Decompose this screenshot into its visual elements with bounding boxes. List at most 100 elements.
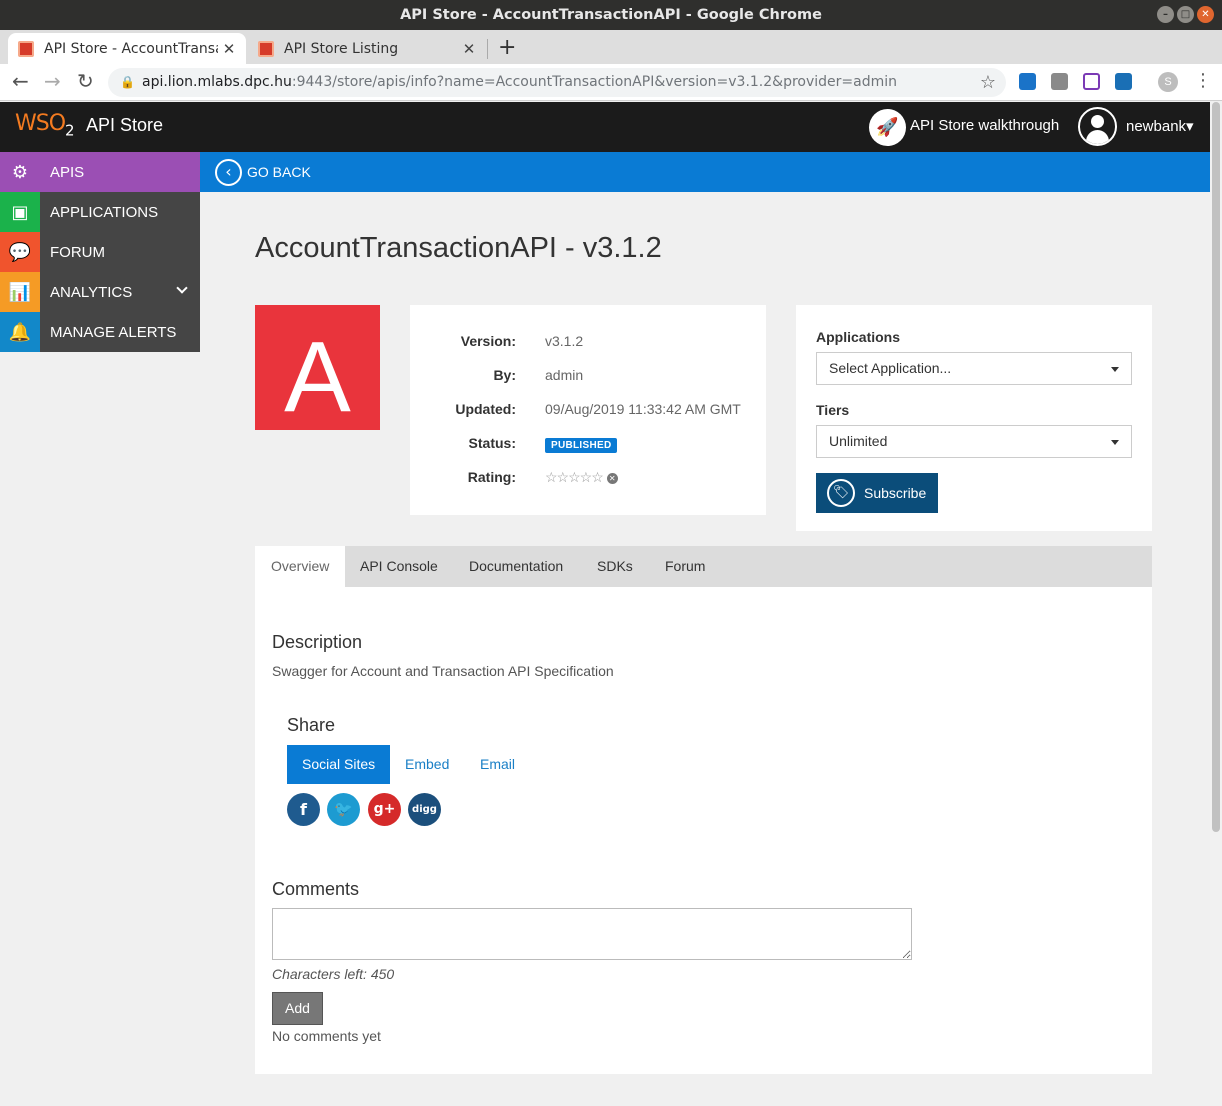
user-avatar-head [1091, 115, 1104, 128]
browser-menu-icon[interactable]: ⋮ [1194, 70, 1212, 91]
applications-label: Applications [816, 329, 901, 345]
chevron-down-icon[interactable] [176, 282, 188, 294]
store-header: WSO2 API Store 🚀 API Store walkthrough n… [0, 102, 1210, 152]
browser-tab-active[interactable]: API Store - AccountTransa ✕ [8, 33, 246, 64]
extension-icon[interactable] [1051, 73, 1068, 90]
logo-subscript: 2 [65, 121, 74, 140]
tier-select[interactable]: Unlimited [816, 425, 1132, 458]
info-row-updated: Updated: 09/Aug/2019 11:33:42 AM GMT [410, 401, 766, 421]
rating-label: Rating: [467, 469, 516, 485]
overview-panel: Description Swagger for Account and Tran… [255, 587, 1152, 1074]
bell-icon: 🔔 [0, 312, 40, 352]
api-store-favicon-icon [258, 40, 274, 57]
browser-tab[interactable]: API Store Listing ✕ [248, 33, 486, 64]
version-label: Version: [460, 333, 516, 349]
user-avatar-icon[interactable] [1078, 107, 1117, 146]
wso2-logo[interactable]: WSO2 [15, 111, 75, 140]
twitter-icon[interactable]: 🐦 [327, 793, 360, 826]
google-plus-icon[interactable]: g+ [368, 793, 401, 826]
tab-close-icon[interactable]: ✕ [218, 40, 240, 58]
by-label: By: [493, 367, 516, 383]
sidebar-item-forum[interactable]: 💬 FORUM [0, 232, 200, 272]
back-arrow-icon[interactable]: ← [12, 69, 29, 93]
maximize-icon[interactable]: □ [1177, 6, 1194, 23]
go-back-link[interactable]: GO BACK [247, 164, 311, 180]
window-controls: – □ ✕ [1157, 6, 1214, 23]
tab-close-icon[interactable]: ✕ [458, 40, 480, 58]
tab-overview[interactable]: Overview [255, 546, 346, 587]
chevron-left-icon[interactable]: ‹ [215, 159, 242, 186]
extension-icon[interactable] [1083, 73, 1100, 90]
url-path: :9443/store/apis/info?name=AccountTransa… [291, 74, 898, 90]
reload-icon[interactable]: ↻ [77, 69, 94, 93]
share-tab-social-sites[interactable]: Social Sites [287, 745, 391, 784]
close-window-icon[interactable]: ✕ [1197, 6, 1214, 23]
clear-rating-icon[interactable]: ✕ [606, 473, 618, 484]
sidebar-item-label: APPLICATIONS [50, 203, 159, 221]
analytics-icon: 📊 [0, 272, 40, 312]
address-bar[interactable]: 🔒 api.lion.mlabs.dpc.hu:9443/store/apis/… [108, 68, 1006, 97]
facebook-icon[interactable]: f [287, 793, 320, 826]
api-thumbnail: A [255, 305, 380, 430]
window-title-bar: API Store - AccountTransactionAPI - Goog… [0, 0, 1222, 30]
by-value: admin [545, 367, 584, 383]
rating-stars[interactable]: ☆☆☆☆☆ [545, 469, 604, 485]
api-gear-icon: ⚙ [0, 152, 40, 192]
tab-api-console[interactable]: API Console [344, 546, 454, 587]
sidebar-item-apis[interactable]: ⚙ APIS [0, 152, 200, 192]
walkthrough-link[interactable]: API Store walkthrough [910, 117, 1059, 134]
caret-down-icon [1111, 367, 1119, 372]
forum-icon: 💬 [0, 232, 40, 272]
user-menu[interactable]: newbank▾ [1126, 117, 1194, 135]
comment-input[interactable] [272, 908, 912, 960]
lock-icon[interactable]: 🔒 [120, 68, 135, 97]
description-heading: Description [272, 632, 363, 652]
tier-select-value: Unlimited [829, 433, 888, 449]
tab-forum[interactable]: Forum [649, 546, 721, 587]
sidebar-item-manage-alerts[interactable]: 🔔 MANAGE ALERTS [0, 312, 200, 352]
new-tab-button[interactable]: + [498, 35, 516, 60]
forward-arrow-icon[interactable]: → [44, 69, 61, 93]
app-name: API Store [86, 115, 164, 135]
sidebar-item-applications[interactable]: ▣ APPLICATIONS [0, 192, 200, 232]
applications-icon: ▣ [0, 192, 40, 232]
info-row-rating: Rating: ☆☆☆☆☆ ✕ [410, 469, 766, 489]
user-avatar-body [1086, 130, 1109, 144]
sidebar-item-label: ANALYTICS [50, 283, 133, 301]
tab-documentation[interactable]: Documentation [453, 546, 579, 587]
bookmark-star-icon[interactable]: ☆ [980, 68, 996, 97]
share-tab-email[interactable]: Email [465, 745, 530, 784]
status-label: Status: [468, 435, 516, 451]
tab-sdks[interactable]: SDKs [581, 546, 649, 587]
api-info-card: Version: v3.1.2 By: admin Updated: 09/Au… [410, 305, 766, 515]
digg-icon[interactable]: digg [408, 793, 441, 826]
scrollbar-thumb[interactable] [1212, 102, 1220, 832]
extension-icon[interactable] [1019, 73, 1036, 90]
sidebar-item-analytics[interactable]: 📊 ANALYTICS [0, 272, 200, 312]
description-text: Swagger for Account and Transaction API … [272, 663, 614, 679]
profile-avatar[interactable]: S [1158, 72, 1178, 92]
subscription-card: Applications Select Application... Tiers… [796, 305, 1152, 531]
characters-left: Characters left: 450 [272, 966, 395, 982]
subscribe-button[interactable]: 🏷 Subscribe [816, 473, 938, 513]
caret-down-icon [1111, 440, 1119, 445]
rocket-icon[interactable]: 🚀 [869, 109, 906, 146]
tiers-label: Tiers [816, 402, 850, 418]
updated-label: Updated: [455, 401, 516, 417]
version-value: v3.1.2 [545, 333, 584, 349]
go-back-bar: ‹ GO BACK [200, 152, 1210, 192]
tag-icon: 🏷 [827, 479, 855, 507]
sidebar-item-label: FORUM [50, 243, 105, 261]
add-comment-button[interactable]: Add [272, 992, 323, 1025]
application-select[interactable]: Select Application... [816, 352, 1132, 385]
url-host: api.lion.mlabs.dpc.hu [142, 74, 292, 90]
extension-icon[interactable] [1115, 73, 1132, 90]
sidebar: ⚙ APIS ▣ APPLICATIONS 💬 FORUM 📊 ANALYTIC… [0, 152, 200, 352]
api-thumbnail-letter: A [284, 321, 351, 430]
minimize-icon[interactable]: – [1157, 6, 1174, 23]
page-scrollbar[interactable] [1210, 102, 1222, 1106]
api-store-favicon-icon [18, 40, 34, 57]
tab-label: API Store Listing [284, 40, 399, 57]
share-tab-embed[interactable]: Embed [390, 745, 464, 784]
info-row-status: Status: PUBLISHED [410, 435, 766, 455]
